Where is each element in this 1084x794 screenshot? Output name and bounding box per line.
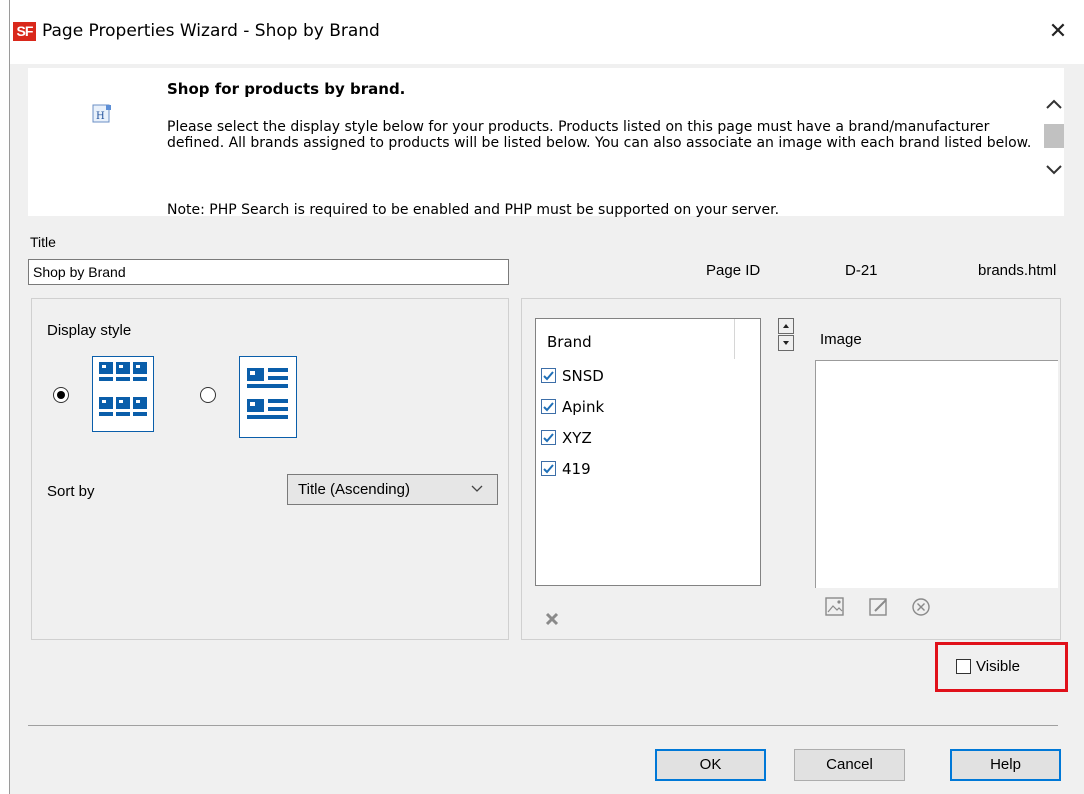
list-item[interactable]: Apink	[541, 397, 604, 417]
edit-image-icon[interactable]	[868, 596, 890, 618]
remove-image-icon[interactable]	[910, 596, 932, 618]
chevron-down-icon	[470, 482, 484, 496]
brand-name: SNSD	[562, 367, 604, 385]
sort-by-value: Title (Ascending)	[298, 481, 410, 498]
info-heading: Shop for products by brand.	[167, 80, 406, 98]
filename-value: brands.html	[978, 262, 1057, 279]
column-divider[interactable]	[734, 319, 735, 359]
page-id-value: D-21	[845, 262, 878, 279]
image-preview[interactable]	[815, 360, 1058, 588]
display-list-radio[interactable]	[200, 387, 216, 403]
brand-name: XYZ	[562, 429, 592, 447]
scroll-down-chevron-icon[interactable]	[1044, 160, 1064, 180]
order-spinner[interactable]	[778, 318, 794, 351]
visible-checkbox[interactable]	[956, 659, 971, 674]
list-layout-icon[interactable]	[239, 356, 297, 438]
app-logo-icon: SF	[13, 22, 36, 41]
svg-text:H: H	[96, 111, 105, 122]
brand-list[interactable]: Brand SNSD Apink XYZ 419	[535, 318, 761, 586]
insert-image-icon[interactable]	[824, 596, 846, 618]
display-style-group	[31, 298, 509, 640]
scrollbar-thumb[interactable]	[1044, 124, 1064, 148]
visible-highlight-box: Visible	[935, 642, 1068, 692]
cancel-button[interactable]: Cancel	[794, 749, 905, 781]
page-wizard-icon: H	[92, 104, 112, 124]
display-style-label: Display style	[47, 322, 132, 339]
window-title: Page Properties Wizard - Shop by Brand	[42, 21, 380, 41]
list-item[interactable]: SNSD	[541, 366, 604, 386]
left-window-edge	[0, 0, 10, 794]
title-label: Title	[30, 234, 56, 250]
info-description: Please select the display style below fo…	[167, 119, 1032, 151]
checkbox-checked-icon[interactable]	[541, 399, 556, 414]
info-note: Note: PHP Search is required to be enabl…	[167, 202, 780, 218]
title-input[interactable]	[28, 259, 509, 285]
checkbox-checked-icon[interactable]	[541, 430, 556, 445]
list-item[interactable]: XYZ	[541, 428, 592, 448]
image-label: Image	[820, 331, 862, 348]
brand-name: Apink	[562, 398, 605, 416]
close-button[interactable]: ✕	[1040, 14, 1076, 50]
brand-column-header[interactable]: Brand	[547, 333, 592, 351]
checkbox-checked-icon[interactable]	[541, 368, 556, 383]
visible-label[interactable]: Visible	[976, 658, 1020, 675]
scroll-up-chevron-icon[interactable]	[1044, 94, 1064, 114]
sort-by-label: Sort by	[47, 483, 95, 500]
ok-button[interactable]: OK	[655, 749, 766, 781]
display-grid-radio[interactable]	[53, 387, 69, 403]
radio-selected-dot	[57, 391, 65, 399]
move-up-arrow-icon[interactable]	[778, 318, 794, 334]
delete-brand-icon[interactable]	[543, 610, 561, 628]
move-down-arrow-icon[interactable]	[778, 335, 794, 351]
help-button[interactable]: Help	[950, 749, 1061, 781]
divider	[28, 725, 1058, 726]
sort-by-select[interactable]: Title (Ascending)	[287, 474, 498, 505]
checkbox-checked-icon[interactable]	[541, 461, 556, 476]
list-item[interactable]: 419	[541, 459, 591, 479]
page-id-label: Page ID	[706, 262, 761, 279]
brand-name: 419	[562, 460, 591, 478]
grid-layout-icon[interactable]	[92, 356, 154, 432]
